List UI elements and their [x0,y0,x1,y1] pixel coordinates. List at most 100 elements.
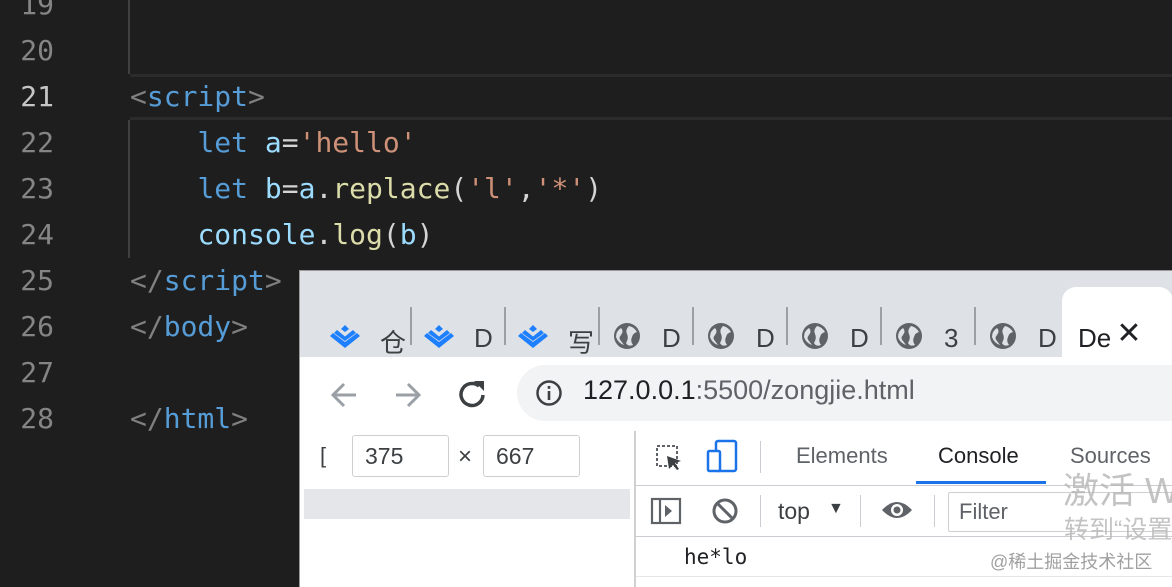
line-number: 24 [20,218,54,251]
code-token: > [248,80,265,113]
code-token: ) [585,172,603,205]
code-text: let a='hello' [130,120,417,166]
reload-icon [459,381,485,408]
line-number: 26 [20,310,54,343]
forward-button[interactable] [386,373,430,417]
browser-tab[interactable]: D [394,285,493,357]
code-token: 'hello' [298,126,417,159]
sidebar-toggle-icon[interactable] [650,496,682,526]
dimension-separator: × [458,443,473,470]
tab-label: 3 [944,323,959,353]
info-icon[interactable] [535,379,563,407]
code-token: . [315,218,333,251]
url-text: 127.0.0.1:5500/zongjie.html [583,375,915,406]
address-bar[interactable]: 127.0.0.1:5500/zongjie.html [517,365,1172,421]
line-number: 28 [20,402,54,435]
code-line[interactable]: 21 <script> [0,74,1172,120]
clear-console-icon[interactable] [710,496,740,526]
toolbar-divider [860,495,861,527]
code-line[interactable]: 20 [0,28,1172,74]
browser-toolbar: 127.0.0.1:5500/zongjie.html [300,357,1172,432]
width-input[interactable]: 375 [352,435,449,477]
inspect-element-icon[interactable] [654,443,684,473]
code-token: > [264,264,282,297]
browser-tab[interactable]: D [676,285,775,357]
toolbar-divider [760,441,761,473]
back-button[interactable] [322,373,366,417]
activation-watermark: 激活 W [1063,470,1172,511]
globe-icon [802,323,828,349]
code-token: < [130,80,147,113]
browser-tab[interactable]: 3 [864,285,958,357]
code-text: console.log(b) [130,212,433,258]
line-number: 27 [20,356,54,389]
browser-tab[interactable]: 仓 [300,285,406,358]
toolbar-divider [934,495,935,527]
credit-watermark: @稀土掘金技术社区 [990,552,1153,572]
code-token: </ [130,310,164,343]
tab-active[interactable]: De ✕ [1062,287,1172,357]
arrow-left-icon [330,382,356,408]
arrow-right-icon [396,382,422,408]
code-token: ( [450,172,468,205]
url-host: 127.0.0.1 [583,375,696,405]
code-token: html [163,402,232,435]
browser-tab[interactable]: 写 [488,285,594,358]
browser-window[interactable]: 仓D写DDD3D De ✕ 127.0.0.1:5500/zongjie.htm… [299,270,1172,587]
device-label: [ [320,443,327,468]
globe-icon [990,323,1016,349]
tab-console[interactable]: Console [938,443,1019,469]
line-number: 19 [20,0,54,21]
browser-tab[interactable]: D [770,285,869,357]
browser-tab[interactable]: D [958,285,1057,357]
code-token: script [146,80,249,113]
code-line[interactable]: 22 let a='hello' [0,120,1172,166]
close-tab-icon[interactable]: ✕ [1112,317,1146,351]
tab-strip: 仓D写DDD3D De ✕ [300,271,1172,358]
code-token: 'l' [467,172,518,205]
eye-icon[interactable] [880,498,914,522]
code-text: let b=a.replace('l','*') [130,166,602,212]
reload-button[interactable] [450,373,494,417]
caret-down-icon[interactable]: ▼ [828,500,844,518]
console-divider [636,576,1172,577]
line-number: 23 [20,172,54,205]
code-token: = [281,172,299,205]
code-token: replace [332,172,451,205]
browser-tab[interactable]: D [582,285,681,357]
code-token: . [315,172,333,205]
code-token: </ [130,402,164,435]
juejin-icon [330,325,360,348]
code-token: ) [416,218,434,251]
globe-icon [708,323,734,349]
code-line[interactable]: 24 console.log(b) [0,212,1172,258]
device-toggle-icon[interactable] [706,439,740,475]
code-line[interactable]: 19 [0,0,1172,28]
code-text: <script> [130,74,265,120]
code-token: let [197,126,249,159]
code-line[interactable]: 23 let b=a.replace('l','*') [0,166,1172,212]
code-token: b [264,172,282,205]
globe-icon [896,323,922,349]
code-token: ( [382,218,400,251]
code-text: </script> [130,258,282,304]
console-log-text: he*lo [684,545,748,569]
height-input[interactable]: 667 [483,435,580,477]
tab-elements[interactable]: Elements [796,443,888,469]
code-token: > [231,402,249,435]
line-number: 20 [20,34,54,67]
code-token: log [332,218,383,251]
code-token: </ [130,264,164,297]
code-token: , [517,172,535,205]
active-tab-indicator [916,481,1046,484]
tab-label: D [1038,323,1057,353]
context-selector[interactable]: top [778,498,810,525]
activation-watermark-sub: 转到“设置 [1064,516,1172,544]
url-path: :5500/zongjie.html [695,375,915,405]
code-token: script [163,264,265,297]
code-token: a [264,126,282,159]
code-token: = [281,126,299,159]
media-query-bar[interactable] [304,489,630,519]
